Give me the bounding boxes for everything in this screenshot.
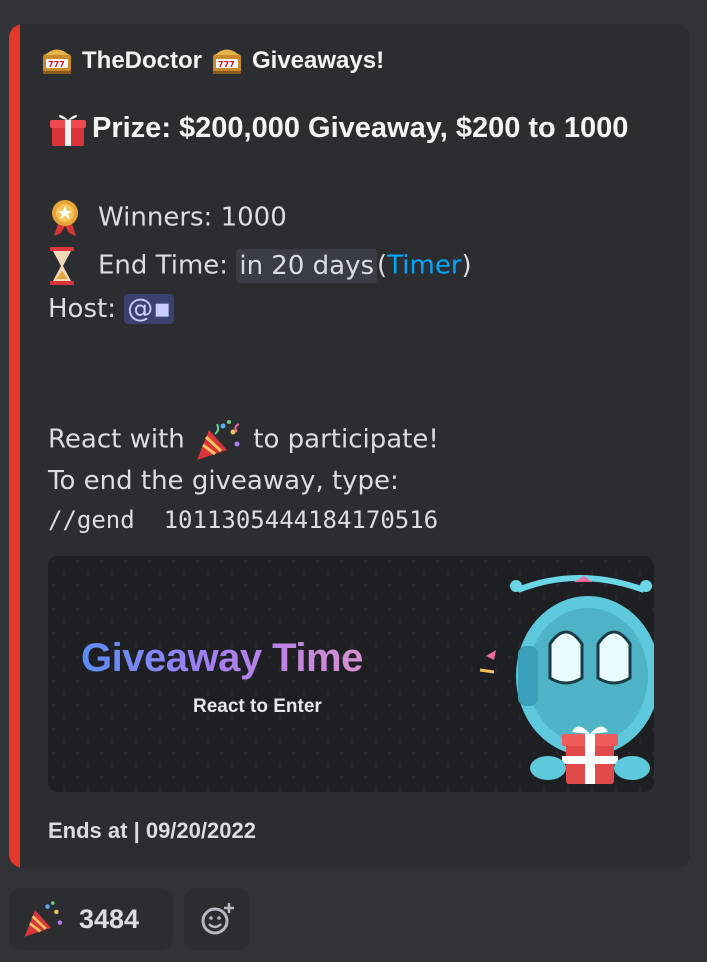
add-reaction-button[interactable] [184, 888, 250, 950]
author-suffix: Giveaways! [252, 47, 385, 74]
slot-machine-icon: 777 [43, 49, 71, 74]
prize-text: Prize: $200,000 Giveaway, $200 to 1000 [92, 112, 629, 144]
embed-author: 777 TheDoctor 777 Giveaways! [40, 46, 384, 76]
timer-close-paren: ) [461, 250, 472, 281]
robot-mascot-icon [479, 575, 654, 784]
winners-line: Winners: 1000 [48, 198, 287, 238]
embed-accent-bar [9, 24, 20, 868]
party-popper-icon [197, 420, 240, 460]
giveaway-banner-image[interactable]: Giveaway Time React to Enter [48, 556, 654, 792]
party-popper-icon [24, 901, 63, 937]
timer-open-paren: ( [377, 250, 388, 281]
host-label: Host: [48, 294, 116, 324]
banner-title: Giveaway Time [81, 636, 363, 680]
reaction-party-popper[interactable]: 3484 [9, 888, 173, 950]
end-command: //gend 1011305444184170516 [48, 506, 438, 534]
end-instructions: To end the giveaway, type: [48, 466, 399, 496]
svg-text:777: 777 [48, 60, 65, 69]
winners-text: Winners: 1000 [98, 202, 287, 233]
react-prefix: React with [48, 424, 185, 455]
slot-machine-icon: 777 [213, 49, 241, 74]
timer-link[interactable]: Timer [387, 251, 461, 281]
host-mention[interactable]: @▪ [124, 294, 174, 324]
react-suffix: to participate! [253, 424, 439, 455]
hourglass-icon [50, 247, 74, 285]
end-time-label: End Time: [98, 250, 229, 281]
banner-subtitle: React to Enter [193, 696, 322, 717]
medal-icon [52, 200, 78, 236]
gift-icon [50, 115, 86, 147]
add-reaction-icon [201, 903, 234, 935]
reaction-count: 3484 [79, 903, 140, 934]
end-time-line: End Time: in 20 days (Timer) [48, 246, 472, 286]
react-instruction: React with to participate! [48, 418, 439, 462]
prize-line: Prize: $200,000 Giveaway, $200 to 1000 [48, 104, 638, 152]
host-line: Host: @▪ [48, 294, 174, 324]
author-name[interactable]: TheDoctor [82, 47, 202, 75]
end-time-value: in 20 days [236, 248, 378, 283]
embed-footer: Ends at | 09/20/2022 [48, 818, 256, 843]
svg-text:777: 777 [218, 60, 235, 69]
end-command-text: //gend 1011305444184170516 [48, 506, 439, 534]
